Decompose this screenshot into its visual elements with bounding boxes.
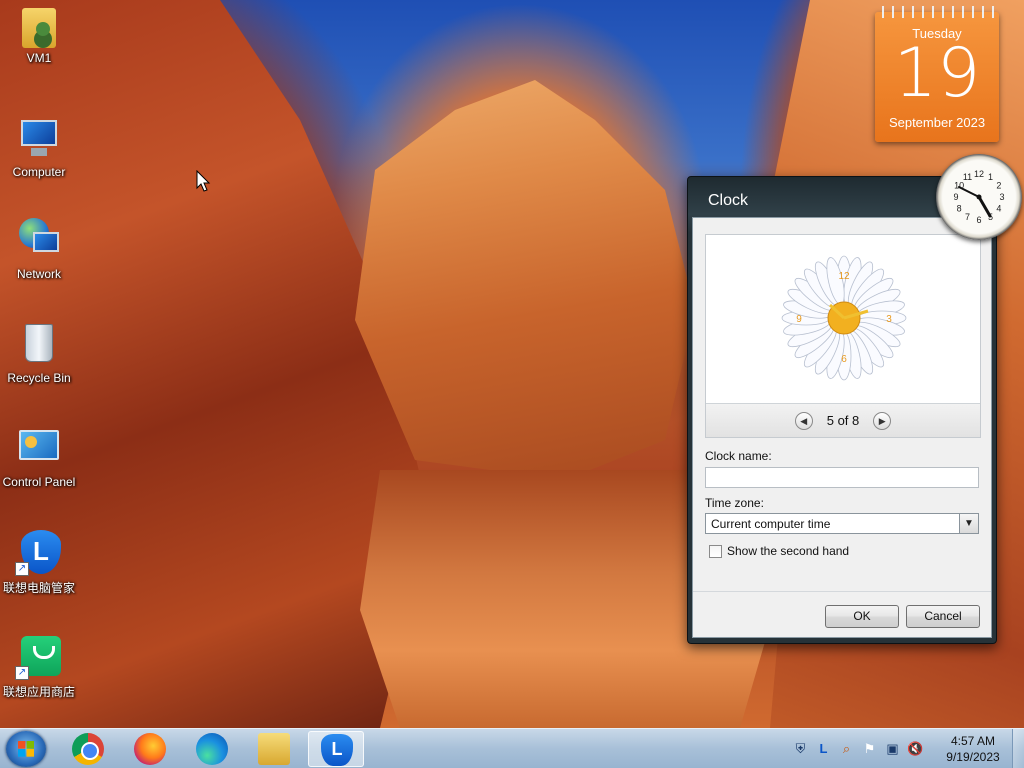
clock-numeral: 4 — [996, 204, 1001, 214]
taskbar: L ⛨ L ⌕ ⚑ ▣ 🔇 4:57 AM 9/19/2023 — [0, 728, 1024, 768]
desktop-icon-label: 联想应用商店 — [2, 685, 75, 699]
clock-numeral: 1 — [988, 172, 993, 182]
time-zone-value: Current computer time — [711, 517, 831, 531]
clock-name-label: Clock name: — [705, 449, 772, 463]
taskbar-date: 9/19/2023 — [946, 750, 1000, 764]
taskbar-chrome-button[interactable] — [60, 731, 116, 767]
pager-text: 5 of 8 — [826, 413, 860, 428]
taskbar-explorer-button[interactable] — [246, 731, 302, 767]
system-tray: ⛨ L ⌕ ⚑ ▣ 🔇 — [792, 740, 924, 757]
taskbar-lenovo-button[interactable]: L — [308, 731, 364, 767]
search-icon[interactable]: ⌕ — [838, 740, 855, 757]
analog-clock-gadget[interactable]: 121234567891011 — [936, 154, 1022, 240]
recycle-bin-icon — [15, 320, 63, 368]
desktop-icon-vm1[interactable]: VM1 — [0, 8, 78, 65]
network-icon — [15, 216, 63, 264]
desktop-icon-label: VM1 — [26, 51, 52, 65]
dialog-title: Clock — [708, 192, 749, 209]
desktop-icon-network[interactable]: Network — [0, 216, 78, 281]
desktop-icon-lenovo-app-store[interactable]: ↗ 联想应用商店 — [0, 632, 78, 700]
clock-numeral: 3 — [999, 192, 1004, 202]
daisy-numeral-6: 6 — [841, 354, 847, 365]
lenovo-l-icon[interactable]: L — [815, 740, 832, 757]
start-button[interactable] — [6, 731, 46, 767]
chevron-down-icon[interactable]: ▼ — [959, 514, 978, 533]
calendar-month-year: September 2023 — [888, 115, 986, 130]
second-hand-option[interactable]: Show the second hand — [709, 544, 849, 558]
clock-numeral: 11 — [963, 172, 972, 182]
desktop-icon-recycle-bin[interactable]: Recycle Bin — [0, 320, 78, 385]
desktop-icon-label: Network — [16, 267, 61, 281]
computer-icon — [15, 114, 63, 162]
explorer-icon — [258, 733, 290, 765]
shortcut-arrow-icon: ↗ — [15, 562, 29, 576]
desktop-icon-label: Control Panel — [2, 475, 76, 489]
chrome-icon — [72, 733, 104, 765]
lenovo-pc-manager-icon: L ↗ — [15, 528, 63, 576]
flag-icon[interactable]: ⚑ — [861, 740, 878, 757]
clock-name-input[interactable] — [705, 467, 979, 488]
network-icon[interactable]: ▣ — [884, 740, 901, 757]
dialog-footer-divider — [693, 591, 991, 592]
time-zone-label: Time zone: — [705, 496, 764, 510]
windows-logo-icon — [18, 741, 34, 757]
preview-pager: ◀ 5 of 8 ▶ — [706, 403, 980, 437]
taskbar-time: 4:57 AM — [950, 734, 996, 748]
taskbar-firefox-button[interactable] — [122, 731, 178, 767]
desktop-icon-computer[interactable]: Computer — [0, 114, 78, 179]
cancel-button[interactable]: Cancel — [906, 605, 980, 628]
calendar-day: 19 — [893, 34, 981, 113]
daisy-numeral-9: 9 — [796, 314, 802, 325]
user-folder-icon — [22, 8, 56, 48]
show-desktop-button[interactable] — [1012, 729, 1024, 768]
calendar-rings — [877, 6, 997, 18]
second-hand-checkbox[interactable] — [709, 544, 722, 558]
daisy-numeral-12: 12 — [838, 271, 850, 282]
volume-muted-icon[interactable]: 🔇 — [907, 740, 924, 757]
desktop-icon-label: Recycle Bin — [7, 371, 71, 385]
desktop-icon-lenovo-pc-manager[interactable]: L ↗ 联想电脑管家 — [0, 528, 78, 596]
clock-numeral: 12 — [974, 169, 984, 179]
calendar-gadget[interactable]: Tuesday 19 September 2023 — [875, 6, 999, 142]
clock-numeral: 9 — [953, 192, 958, 202]
clock-numeral: 8 — [957, 204, 962, 214]
clock-preview: 12 3 6 9 ◀ 5 of 8 ▶ — [705, 234, 981, 438]
daisy-numeral-3: 3 — [886, 314, 892, 325]
mouse-cursor-icon — [196, 170, 211, 192]
clock-numeral: 6 — [976, 215, 981, 225]
lenovo-app-store-icon: ↗ — [15, 632, 63, 680]
desktop-icon-control-panel[interactable]: Control Panel — [0, 424, 78, 489]
dialog-body: 12 3 6 9 ◀ 5 of 8 ▶ Clock name: Time zon… — [692, 217, 992, 638]
prev-arrow-icon[interactable]: ◀ — [794, 411, 813, 430]
edge-icon — [196, 733, 228, 765]
control-panel-icon — [15, 424, 63, 472]
clock-numeral: 2 — [996, 181, 1001, 191]
desktop-icon-label: 联想电脑管家 — [2, 581, 75, 595]
clock-face-icon: 121234567891011 — [953, 169, 1004, 225]
time-zone-select[interactable]: Current computer time ▼ — [705, 513, 979, 534]
lenovo-icon: L — [321, 734, 353, 766]
firefox-icon — [134, 733, 166, 765]
taskbar-edge-button[interactable] — [184, 731, 240, 767]
lenovo-shield-icon[interactable]: ⛨ — [792, 740, 809, 757]
taskbar-clock[interactable]: 4:57 AM 9/19/2023 — [942, 733, 1004, 765]
shortcut-arrow-icon: ↗ — [15, 666, 29, 680]
next-arrow-icon[interactable]: ▶ — [873, 411, 892, 430]
clock-settings-dialog: Clock 12 3 6 9 ◀ 5 of 8 ▶ Clock name: Ti… — [687, 176, 997, 644]
ok-button[interactable]: OK — [825, 605, 899, 628]
daisy-clock-icon: 12 3 6 9 — [781, 255, 907, 381]
desktop-icon-label: Computer — [12, 165, 66, 179]
clock-numeral: 7 — [965, 212, 970, 222]
second-hand-label: Show the second hand — [727, 544, 850, 558]
